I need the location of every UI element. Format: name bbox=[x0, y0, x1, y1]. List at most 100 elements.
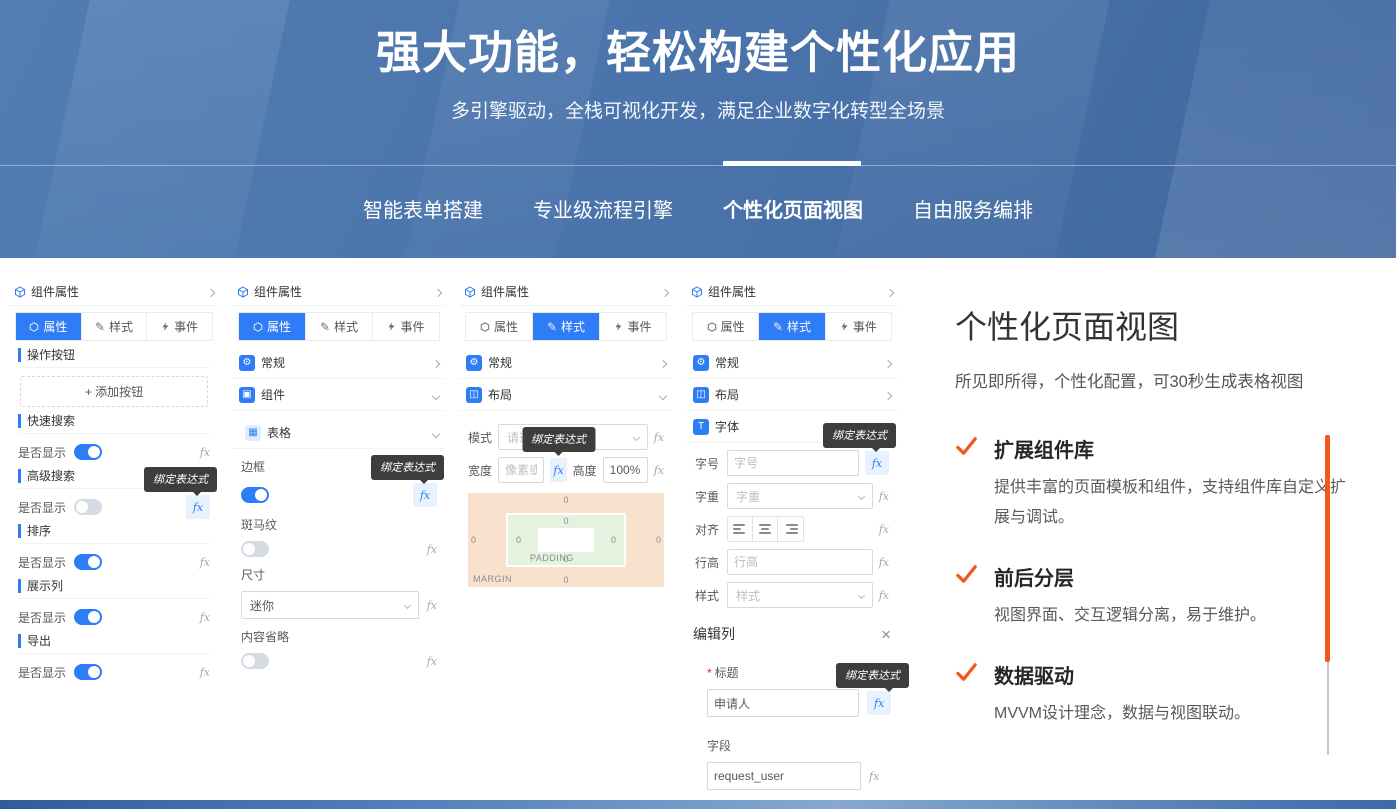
toggle-on[interactable] bbox=[74, 609, 102, 625]
group-label: 组件 bbox=[261, 386, 285, 403]
font-style-select[interactable]: 样式 bbox=[727, 582, 873, 608]
group-component[interactable]: ▣ 组件 bbox=[233, 379, 445, 411]
panel-tab-events[interactable]: 事件 bbox=[826, 313, 891, 340]
chevron-down-icon bbox=[660, 388, 666, 402]
lightning-icon bbox=[161, 321, 170, 332]
fx-button[interactable]: fx bbox=[427, 599, 437, 612]
toggle-on[interactable] bbox=[74, 664, 102, 680]
panel-tab-events[interactable]: 事件 bbox=[600, 313, 666, 340]
fx-button[interactable]: fx bbox=[654, 431, 664, 444]
panel-tab-attributes[interactable]: 属性 bbox=[16, 313, 82, 340]
panel-tab-style[interactable]: ✎ 样式 bbox=[533, 313, 600, 340]
fx-button[interactable]: fx bbox=[654, 464, 664, 477]
panel-tab-style[interactable]: ✎ 样式 bbox=[306, 313, 373, 340]
align-left-button[interactable] bbox=[728, 517, 753, 541]
align-row: 对齐 fx bbox=[695, 516, 889, 542]
size-select[interactable]: 迷你 bbox=[241, 591, 419, 619]
group-table[interactable]: ▦ 表格 bbox=[233, 417, 445, 449]
hero-title: 强大功能，轻松构建个性化应用 bbox=[0, 16, 1396, 81]
bind-expression-tooltip: 绑定表达式 bbox=[371, 455, 444, 480]
align-right-button[interactable] bbox=[778, 517, 803, 541]
title-input[interactable] bbox=[707, 689, 859, 717]
chevron-down-icon bbox=[433, 426, 439, 440]
collapse-chevron-icon[interactable] bbox=[435, 285, 441, 299]
tab-process-engine[interactable]: 专业级流程引擎 bbox=[533, 194, 673, 223]
layout-icon: ◫ bbox=[466, 387, 482, 403]
show-row: 是否显示 fx bbox=[18, 552, 210, 572]
scrollbar-thumb[interactable] bbox=[1325, 435, 1330, 662]
panel-component-props-4: 组件属性 属性 ✎ 样式 事件 ⚙ 常规 ◫ 布局 bbox=[687, 278, 897, 790]
fx-button-active[interactable]: 绑定表达式 fx bbox=[867, 691, 891, 715]
close-icon[interactable]: × bbox=[881, 626, 891, 643]
align-center-button[interactable] bbox=[753, 517, 778, 541]
toggle-on[interactable] bbox=[241, 487, 269, 503]
tab-smart-form[interactable]: 智能表单搭建 bbox=[363, 194, 483, 223]
panel-header: 组件属性 bbox=[233, 278, 445, 306]
field-label: 字重 bbox=[695, 488, 721, 505]
line-height-input[interactable] bbox=[727, 549, 873, 575]
group-layout[interactable]: ◫ 布局 bbox=[460, 379, 672, 411]
chevron-down-icon bbox=[858, 492, 865, 499]
title-input-row: 绑定表达式 fx bbox=[707, 689, 891, 717]
fx-button-active[interactable]: 绑定表达式 fx bbox=[186, 495, 210, 519]
field-zebra: 斑马纹 fx bbox=[241, 516, 437, 557]
panel-tab-style[interactable]: ✎ 样式 bbox=[759, 313, 825, 340]
fx-button[interactable]: fx bbox=[879, 490, 889, 503]
style-icon: ✎ bbox=[320, 320, 330, 334]
panel-tab-attributes[interactable]: 属性 bbox=[239, 313, 306, 340]
collapse-chevron-icon[interactable] bbox=[208, 285, 214, 299]
toggle-on[interactable] bbox=[74, 444, 102, 460]
tab-service-orchestration[interactable]: 自由服务编排 bbox=[913, 194, 1033, 223]
panel-title: 组件属性 bbox=[31, 283, 79, 300]
field-name-input[interactable] bbox=[707, 762, 861, 790]
collapse-chevron-icon[interactable] bbox=[887, 285, 893, 299]
fx-button[interactable]: fx bbox=[427, 543, 437, 556]
feature-item-title: 数据驱动 bbox=[994, 660, 1250, 689]
fx-button-active[interactable]: 绑定表达式 fx bbox=[550, 458, 566, 482]
group-general[interactable]: ⚙ 常规 bbox=[687, 347, 897, 379]
fx-button[interactable]: fx bbox=[879, 556, 889, 569]
list-item: 前后分层 视图界面、交互逻辑分离，易于维护。 bbox=[955, 562, 1347, 631]
panel-tab-attributes[interactable]: 属性 bbox=[466, 313, 533, 340]
group-general[interactable]: ⚙ 常规 bbox=[233, 347, 445, 379]
panel-tab-style[interactable]: ✎ 样式 bbox=[82, 313, 148, 340]
chevron-down-icon bbox=[433, 388, 439, 402]
toggle-off[interactable] bbox=[241, 653, 269, 669]
fx-button[interactable]: fx bbox=[200, 611, 210, 624]
font-size-input[interactable] bbox=[727, 450, 859, 476]
tab-page-view[interactable]: 个性化页面视图 bbox=[723, 194, 863, 223]
add-button[interactable]: + 添加按钮 bbox=[20, 376, 208, 407]
toggle-off[interactable] bbox=[241, 541, 269, 557]
feature-item-title: 前后分层 bbox=[994, 562, 1266, 591]
height-input[interactable] bbox=[603, 457, 648, 483]
padding-area: 0 0 0 0 PADDING bbox=[506, 513, 626, 567]
panel-tab-events[interactable]: 事件 bbox=[147, 313, 212, 340]
group-general[interactable]: ⚙ 常规 bbox=[460, 347, 672, 379]
fx-button[interactable]: fx bbox=[879, 589, 889, 602]
fx-button[interactable]: fx bbox=[200, 666, 210, 679]
panel-title: 组件属性 bbox=[481, 283, 529, 300]
fx-button[interactable]: fx bbox=[879, 523, 889, 536]
panel-tab-attributes[interactable]: 属性 bbox=[693, 313, 759, 340]
font-style-row: 样式 样式 fx bbox=[695, 582, 889, 608]
collapse-chevron-icon[interactable] bbox=[662, 285, 668, 299]
bind-expression-tooltip: 绑定表达式 bbox=[522, 427, 595, 452]
fx-button[interactable]: fx bbox=[869, 770, 879, 783]
component-cube-icon bbox=[14, 286, 26, 298]
gear-icon: ⚙ bbox=[239, 355, 255, 371]
toggle-on[interactable] bbox=[74, 554, 102, 570]
font-weight-select[interactable]: 字重 bbox=[727, 483, 873, 509]
fx-button[interactable]: fx bbox=[200, 556, 210, 569]
fx-button-active[interactable]: 绑定表达式 fx bbox=[865, 451, 889, 475]
group-layout[interactable]: ◫ 布局 bbox=[687, 379, 897, 411]
panel-tab-events[interactable]: 事件 bbox=[373, 313, 439, 340]
fx-button[interactable]: fx bbox=[427, 655, 437, 668]
show-row: 是否显示 fx bbox=[18, 442, 210, 462]
fx-button[interactable]: fx bbox=[200, 446, 210, 459]
fx-button-active[interactable]: 绑定表达式 fx bbox=[413, 483, 437, 507]
group-label: 常规 bbox=[715, 354, 739, 371]
width-input[interactable] bbox=[498, 457, 544, 483]
panel-header: 组件属性 bbox=[10, 278, 218, 306]
feature-item-desc: 视图界面、交互逻辑分离，易于维护。 bbox=[994, 601, 1266, 631]
toggle-off[interactable] bbox=[74, 499, 102, 515]
